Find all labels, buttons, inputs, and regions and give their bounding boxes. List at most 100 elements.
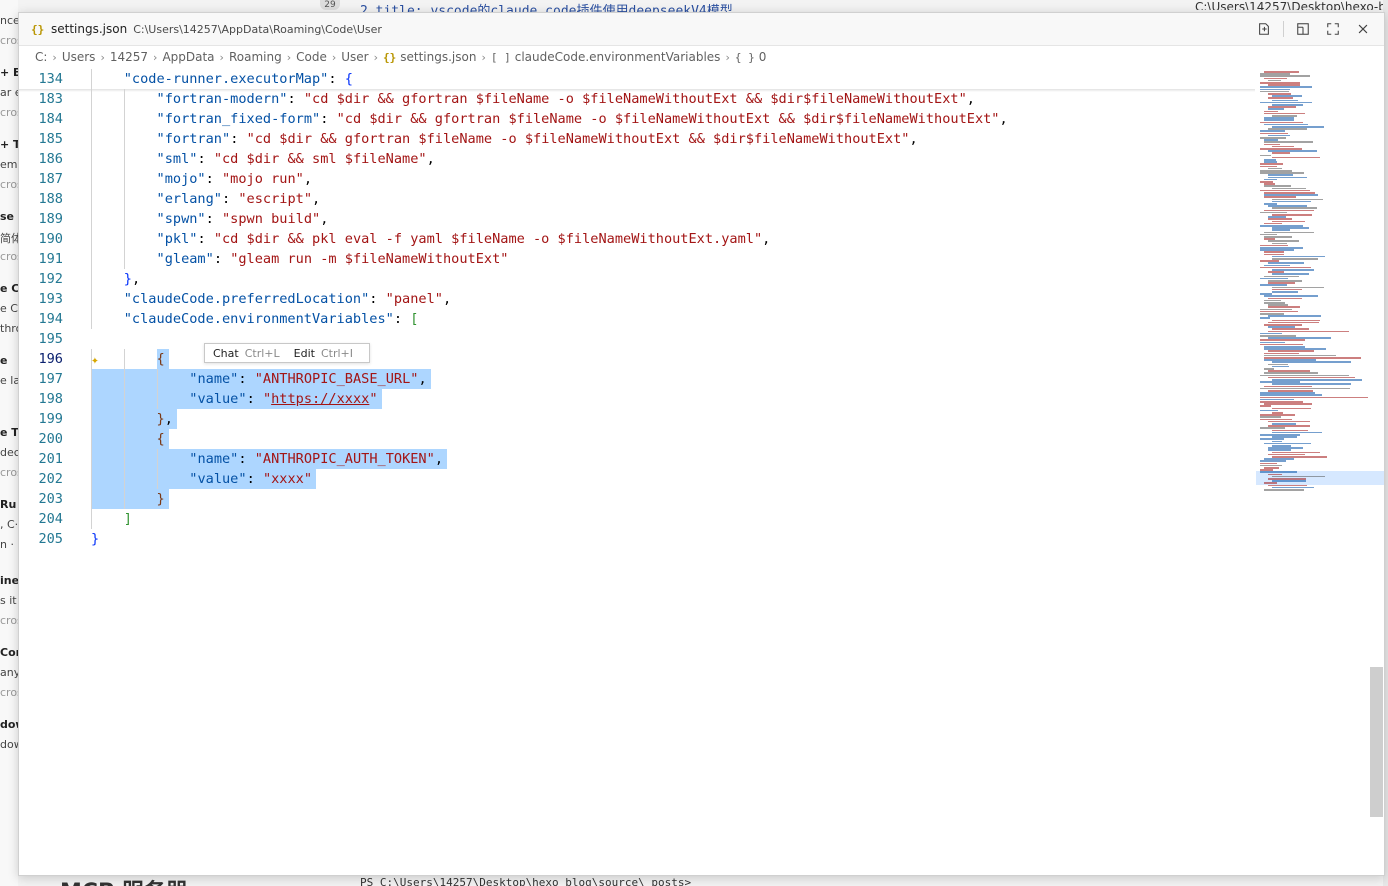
- background-path: C:\Users\14257\Desktop\hexo-blo: [1195, 0, 1388, 10]
- code-link[interactable]: https://xxxx: [271, 391, 369, 407]
- background-text-fragment: e C: [0, 282, 18, 295]
- code-token: }: [156, 411, 165, 427]
- code-token: ]: [123, 511, 132, 527]
- code-token: ,: [909, 131, 918, 147]
- maximize-button[interactable]: [1320, 16, 1346, 42]
- background-text-fragment: n ·: [0, 538, 14, 551]
- code-line[interactable]: 187 "mojo": "mojo run",: [19, 169, 1255, 189]
- code-line[interactable]: 198 "value": "https://xxxx": [19, 389, 1255, 409]
- code-content: "name": "ANTHROPIC_BASE_URL",: [189, 369, 426, 389]
- indent-guide: [156, 369, 158, 389]
- code-content: "claudeCode.environmentVariables": [: [124, 309, 419, 329]
- code-token: ,: [966, 91, 975, 107]
- code-line[interactable]: 194 "claudeCode.environmentVariables": [: [19, 309, 1255, 329]
- close-icon: [1358, 24, 1368, 34]
- breadcrumb-item[interactable]: C:: [35, 50, 47, 64]
- breadcrumb-separator-icon: ›: [481, 50, 486, 64]
- code-line[interactable]: 186 "sml": "cd $dir && sml $fileName",: [19, 149, 1255, 169]
- code-line[interactable]: 183 "fortran-modern": "cd $dir && gfortra…: [19, 89, 1255, 109]
- code-line[interactable]: 189 "spwn": "spwn build",: [19, 209, 1255, 229]
- minimap[interactable]: [1256, 69, 1384, 875]
- code-token: "code-runner.executorMap": [123, 71, 329, 87]
- code-line[interactable]: 185 "fortran": "cd $dir && gfortran $file…: [19, 129, 1255, 149]
- code-token: "claudeCode.environmentVariables": [123, 311, 394, 327]
- code-editor[interactable]: 134 "code-runner.executorMap": {183 "fortr…: [19, 69, 1255, 875]
- code-line[interactable]: 184 "fortran_fixed-form": "cd $dir && gfo…: [19, 109, 1255, 129]
- code-token: ,: [303, 171, 313, 187]
- line-number: 196: [38, 351, 63, 367]
- indent-guide: [123, 149, 125, 169]
- code-line[interactable]: 197 "name": "ANTHROPIC_BASE_URL",: [19, 369, 1255, 389]
- edit-shortcut: Ctrl+I: [320, 346, 353, 360]
- line-number: 184: [38, 111, 63, 127]
- code-line[interactable]: 190 "pkl": "cd $dir && pkl eval -f yaml $…: [19, 229, 1255, 249]
- chat-action-label[interactable]: Chat: [213, 347, 239, 360]
- code-token: :: [205, 171, 222, 187]
- code-line[interactable]: 188 "erlang": "escript",: [19, 189, 1255, 209]
- background-badge: 29: [320, 0, 340, 10]
- code-line[interactable]: 202 "value": "xxxx": [19, 469, 1255, 489]
- breadcrumb-object-label: 0: [758, 50, 767, 64]
- ai-sparkle-icon[interactable]: ✦: [91, 351, 99, 371]
- breadcrumb-item[interactable]: 14257: [110, 50, 148, 64]
- object-icon: { }: [734, 51, 755, 64]
- code-line[interactable]: 204]: [19, 509, 1255, 529]
- indent-guide: [91, 449, 92, 469]
- code-line[interactable]: 193 "claudeCode.preferredLocation": "pane…: [19, 289, 1255, 309]
- title-file-name: settings.json: [51, 22, 128, 36]
- code-line[interactable]: 200 {: [19, 429, 1255, 449]
- line-number: 193: [38, 291, 63, 307]
- line-number: 134: [38, 71, 63, 87]
- code-token: "cd $dir && sml $fileName": [213, 151, 427, 167]
- background-text-fragment: cros: [0, 250, 18, 263]
- inline-chat-edit-hint[interactable]: Chat Ctrl+L Edit Ctrl+I: [204, 343, 370, 363]
- title-bar[interactable]: {} settings.json C:\Users\14257\AppData\…: [19, 13, 1384, 46]
- breadcrumb-item[interactable]: Roaming: [229, 50, 282, 64]
- open-changes-button[interactable]: [1251, 16, 1277, 42]
- minimap-code-line: [1272, 200, 1311, 203]
- breadcrumb-item[interactable]: User: [341, 50, 368, 64]
- edit-action-label[interactable]: Edit: [294, 347, 315, 360]
- code-line[interactable]: 205}: [19, 529, 1255, 549]
- code-line[interactable]: 199},: [19, 409, 1255, 429]
- code-content: "code-runner.executorMap": {: [124, 69, 353, 89]
- indent-guide: [91, 469, 92, 489]
- breadcrumb-item[interactable]: Code: [296, 50, 327, 64]
- minimap-code-line: [1260, 154, 1271, 157]
- code-token: :: [197, 151, 214, 167]
- line-number: 195: [38, 331, 63, 347]
- code-line[interactable]: 191 "gleam": "gleam run -m $fileNameWitho…: [19, 249, 1255, 269]
- title-file-path: C:\Users\14257\AppData\Roaming\Code\User: [133, 22, 382, 36]
- breadcrumb-item[interactable]: AppData: [162, 50, 214, 64]
- breadcrumb-item-array[interactable]: [ ] claudeCode.environmentVariables: [491, 50, 721, 64]
- code-content: },: [124, 269, 140, 289]
- background-text-fragment: cros: [0, 614, 18, 627]
- code-token: :: [328, 71, 345, 87]
- code-token: "sml": [156, 151, 198, 167]
- breadcrumb-item-file[interactable]: {} settings.json: [383, 50, 476, 64]
- indent-guide: [123, 249, 125, 269]
- breadcrumb-item-object[interactable]: { } 0: [735, 50, 767, 64]
- code-content: ]: [124, 509, 132, 529]
- code-line[interactable]: 203}: [19, 489, 1255, 509]
- background-text-fragment: Con: [0, 646, 18, 659]
- code-line[interactable]: 134 "code-runner.executorMap": {: [19, 69, 1255, 92]
- split-editor-button[interactable]: [1290, 16, 1316, 42]
- indent-guide: [123, 129, 125, 149]
- indent-guide: [123, 349, 125, 369]
- breadcrumb-separator-icon: ›: [219, 50, 224, 64]
- code-token: "fortran-modern": [156, 91, 288, 107]
- vertical-scrollbar-thumb[interactable]: [1370, 667, 1383, 817]
- code-content: {: [157, 429, 165, 449]
- close-button[interactable]: [1350, 16, 1376, 42]
- code-line[interactable]: 192},: [19, 269, 1255, 289]
- code-content: "gleam": "gleam run -m $fileNameWithoutE…: [157, 249, 509, 269]
- minimap-code-line: [1272, 152, 1290, 154]
- indent-guide: [91, 149, 92, 169]
- minimap-code-line: [1268, 315, 1322, 317]
- code-line[interactable]: 201 "name": "ANTHROPIC_AUTH_TOKEN",: [19, 449, 1255, 469]
- code-content: "erlang": "escript",: [157, 189, 321, 209]
- indent-guide: [91, 389, 92, 409]
- breadcrumb-item[interactable]: Users: [62, 50, 96, 64]
- background-text-fragment: cros: [0, 686, 18, 699]
